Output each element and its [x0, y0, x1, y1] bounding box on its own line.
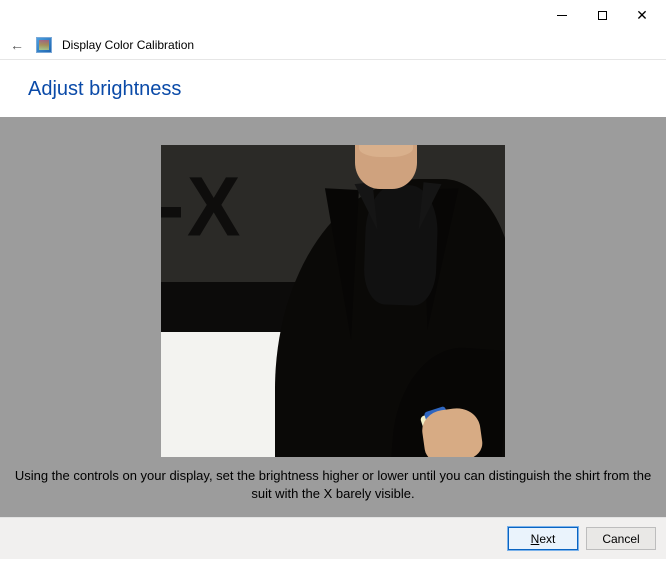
- minimize-icon: [557, 15, 567, 16]
- back-arrow-icon[interactable]: ←: [8, 37, 26, 53]
- maximize-button[interactable]: [582, 1, 622, 29]
- instruction-text: Using the controls on your display, set …: [0, 457, 666, 502]
- cancel-button[interactable]: Cancel: [586, 527, 656, 550]
- page-heading: Adjust brightness: [0, 60, 666, 117]
- header-bar: ← Display Color Calibration: [0, 30, 666, 60]
- app-icon: [36, 37, 52, 53]
- app-title: Display Color Calibration: [62, 38, 194, 52]
- window-titlebar: ✕: [0, 0, 666, 30]
- minimize-button[interactable]: [542, 1, 582, 29]
- calibration-reference-image: X: [161, 145, 505, 457]
- content-area: X Using the controls on your display, se…: [0, 117, 666, 517]
- footer-bar: Next Cancel: [0, 517, 666, 559]
- next-button[interactable]: Next: [508, 527, 578, 550]
- maximize-icon: [598, 11, 607, 20]
- close-button[interactable]: ✕: [622, 1, 662, 29]
- close-icon: ✕: [636, 8, 648, 22]
